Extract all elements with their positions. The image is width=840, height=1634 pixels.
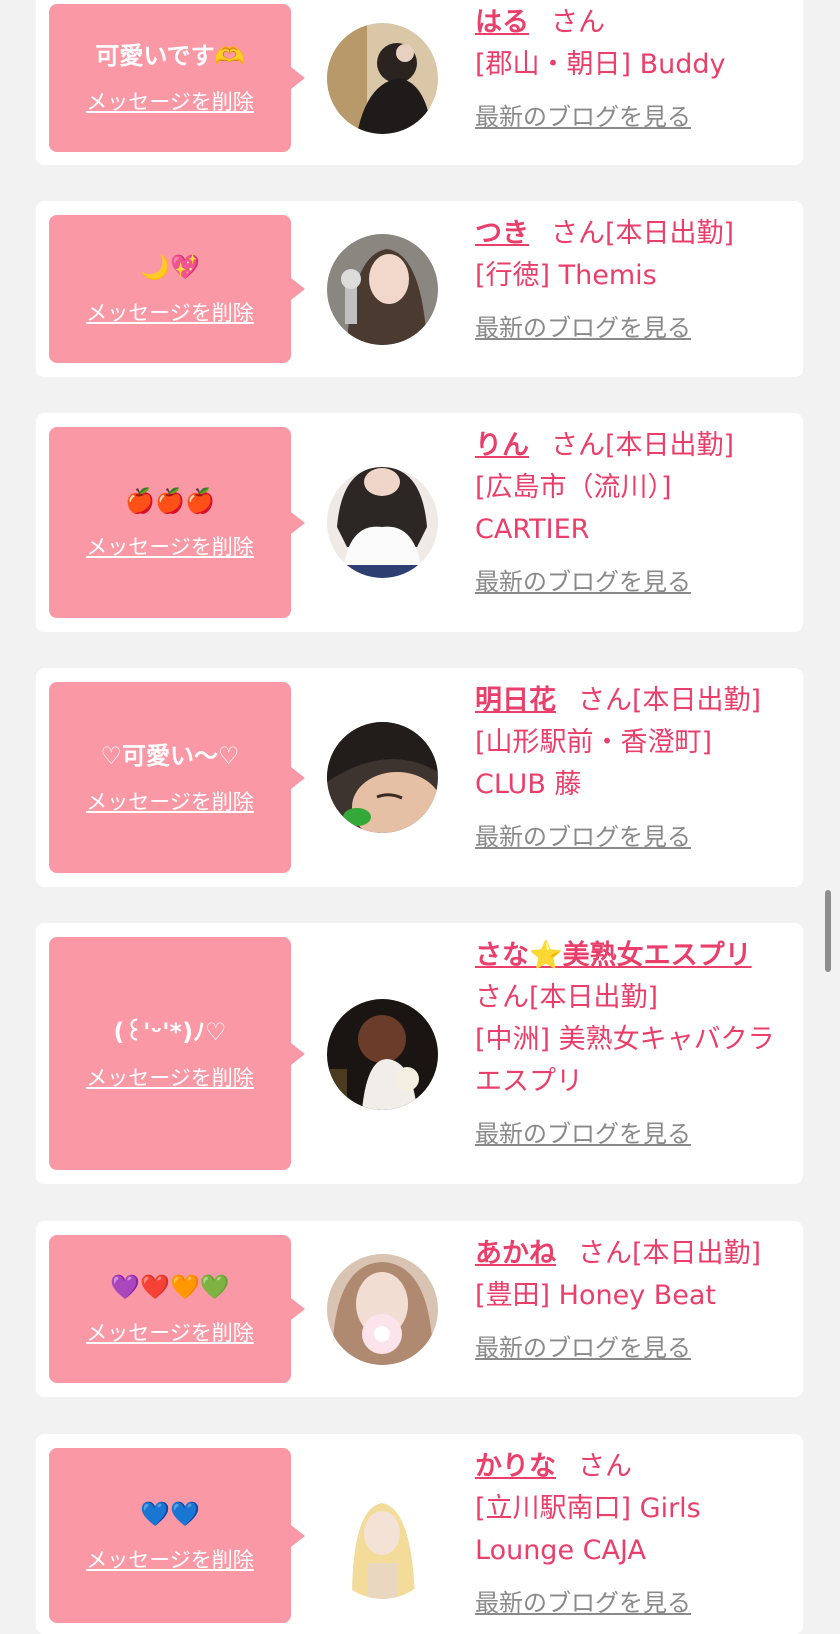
- delete-message-link[interactable]: メッセージを削除: [86, 531, 254, 561]
- message-card: 🌙💖 メッセージを削除 つき さん[本日出勤] [行徳] Themis 最新のブロ…: [36, 201, 803, 377]
- message-bubble: 🌙💖 メッセージを削除: [49, 215, 305, 363]
- message-bubble: 可愛いです🫶 メッセージを削除: [49, 4, 305, 152]
- message-bubble: (꒰'ᵕ'*)ﾉ♡ メッセージを削除: [49, 937, 305, 1170]
- message-text: ♡可愛い〜♡: [100, 741, 240, 770]
- latest-blog-link[interactable]: 最新のブログを見る: [475, 561, 691, 603]
- attendance-status: [本日出勤]: [605, 430, 735, 461]
- latest-blog-link[interactable]: 最新のブログを見る: [475, 1327, 785, 1369]
- avatar[interactable]: [327, 23, 438, 134]
- shop-name: [行徳] Themis: [475, 260, 657, 291]
- cast-name-link[interactable]: さな⭐美熟女エスプリ: [475, 940, 752, 971]
- message-card: 💜❤️🧡💚 メッセージを削除 あかね さん[本日出勤] [豊田] Honey Be…: [36, 1221, 803, 1397]
- message-card: ♡可愛い〜♡ メッセージを削除 明日花 さん[本日出勤] [山形駅前・香澄町] C…: [36, 668, 803, 887]
- attendance-status: [本日出勤]: [632, 1238, 762, 1269]
- avatar-image: [327, 234, 438, 345]
- latest-blog-link[interactable]: 最新のブログを見る: [475, 1582, 745, 1624]
- cast-info: かりな さん [立川駅南口] Girls Lounge CAJA 最新のブログを見…: [475, 1446, 745, 1624]
- honorific: さん: [578, 1451, 632, 1482]
- avatar[interactable]: [327, 1488, 438, 1599]
- avatar[interactable]: [327, 999, 438, 1110]
- delete-message-link[interactable]: メッセージを削除: [86, 1062, 254, 1092]
- avatar-image: [327, 1488, 438, 1599]
- message-text: 可愛いです🫶: [95, 42, 245, 70]
- message-text: 🌙💖: [140, 253, 200, 281]
- cast-info: あかね さん[本日出勤] [豊田] Honey Beat 最新のブログを見る: [475, 1233, 785, 1369]
- delete-message-link[interactable]: メッセージを削除: [86, 86, 254, 116]
- message-card: 💙💙 メッセージを削除 かりな さん [立川駅南口] Girls Lounge C…: [36, 1434, 803, 1634]
- avatar[interactable]: [327, 234, 438, 345]
- message-text: (꒰'ᵕ'*)ﾉ♡: [113, 1017, 227, 1046]
- cast-info: 明日花 さん[本日出勤] [山形駅前・香澄町] CLUB 藤 最新のブログを見る: [475, 680, 761, 858]
- latest-blog-link[interactable]: 最新のブログを見る: [475, 816, 715, 858]
- cast-info: りん さん[本日出勤] [広島市（流川）] CARTIER 最新のブログを見る: [475, 425, 734, 603]
- honorific: さん: [551, 7, 605, 38]
- cast-name-link[interactable]: かりな: [475, 1451, 556, 1482]
- shop-name: [山形駅前・香澄町] CLUB 藤: [475, 727, 713, 800]
- latest-blog-link[interactable]: 最新のブログを見る: [475, 1113, 775, 1155]
- cast-name-link[interactable]: はる: [475, 7, 529, 38]
- delete-message-link[interactable]: メッセージを削除: [86, 1544, 254, 1574]
- message-text: 💙💙: [140, 1499, 200, 1528]
- avatar-image: [327, 722, 438, 833]
- cast-name-link[interactable]: りん: [475, 430, 529, 461]
- honorific: さん: [578, 685, 632, 716]
- message-bubble: 💜❤️🧡💚 メッセージを削除: [49, 1235, 305, 1383]
- cast-info: つき さん[本日出勤] [行徳] Themis 最新のブログを見る: [475, 213, 785, 349]
- shop-name: [豊田] Honey Beat: [475, 1280, 717, 1311]
- cast-name-link[interactable]: つき: [475, 218, 529, 249]
- honorific: さん: [578, 1238, 632, 1269]
- message-card: 🍎🍎🍎 メッセージを削除 りん さん[本日出勤] [広島市（流川）] CARTIE…: [36, 413, 803, 632]
- avatar[interactable]: [327, 1254, 438, 1365]
- message-bubble: 💙💙 メッセージを削除: [49, 1448, 305, 1623]
- shop-name: [中洲] 美熟女キャバクラ エスプリ: [475, 1024, 775, 1097]
- honorific: さん: [475, 982, 529, 1013]
- message-card: (꒰'ᵕ'*)ﾉ♡ メッセージを削除 さな⭐美熟女エスプリさん[本日出勤] [中…: [36, 923, 803, 1184]
- avatar-image: [327, 23, 438, 134]
- message-bubble: 🍎🍎🍎 メッセージを削除: [49, 427, 305, 618]
- shop-name: [郡山・朝日] Buddy: [475, 49, 726, 80]
- latest-blog-link[interactable]: 最新のブログを見る: [475, 96, 785, 138]
- cast-info: はる さん [郡山・朝日] Buddy 最新のブログを見る: [475, 2, 785, 138]
- cast-name-link[interactable]: 明日花: [475, 685, 556, 716]
- latest-blog-link[interactable]: 最新のブログを見る: [475, 307, 785, 349]
- avatar-image: [327, 467, 438, 578]
- attendance-status: [本日出勤]: [632, 685, 762, 716]
- cast-info: さな⭐美熟女エスプリさん[本日出勤] [中洲] 美熟女キャバクラ エスプリ 最新…: [475, 935, 775, 1155]
- message-bubble: ♡可愛い〜♡ メッセージを削除: [49, 682, 305, 873]
- cast-name-link[interactable]: あかね: [475, 1238, 556, 1269]
- delete-message-link[interactable]: メッセージを削除: [86, 786, 254, 816]
- message-card: 可愛いです🫶 メッセージを削除 はる さん [郡山・朝日] Buddy 最新のブロ…: [36, 0, 803, 165]
- shop-name: [立川駅南口] Girls Lounge CAJA: [475, 1493, 701, 1566]
- delete-message-link[interactable]: メッセージを削除: [86, 297, 254, 327]
- honorific: さん: [551, 430, 605, 461]
- attendance-status: [本日出勤]: [605, 218, 735, 249]
- attendance-status: [本日出勤]: [529, 982, 659, 1013]
- scrollbar[interactable]: [825, 890, 831, 972]
- message-text: 🍎🍎🍎: [125, 486, 215, 515]
- honorific: さん: [551, 218, 605, 249]
- avatar[interactable]: [327, 722, 438, 833]
- message-text: 💜❤️🧡💚: [110, 1273, 230, 1301]
- avatar[interactable]: [327, 467, 438, 578]
- avatar-image: [327, 1254, 438, 1365]
- delete-message-link[interactable]: メッセージを削除: [86, 1317, 254, 1347]
- avatar-image: [327, 999, 438, 1110]
- shop-name: [広島市（流川）] CARTIER: [475, 472, 672, 545]
